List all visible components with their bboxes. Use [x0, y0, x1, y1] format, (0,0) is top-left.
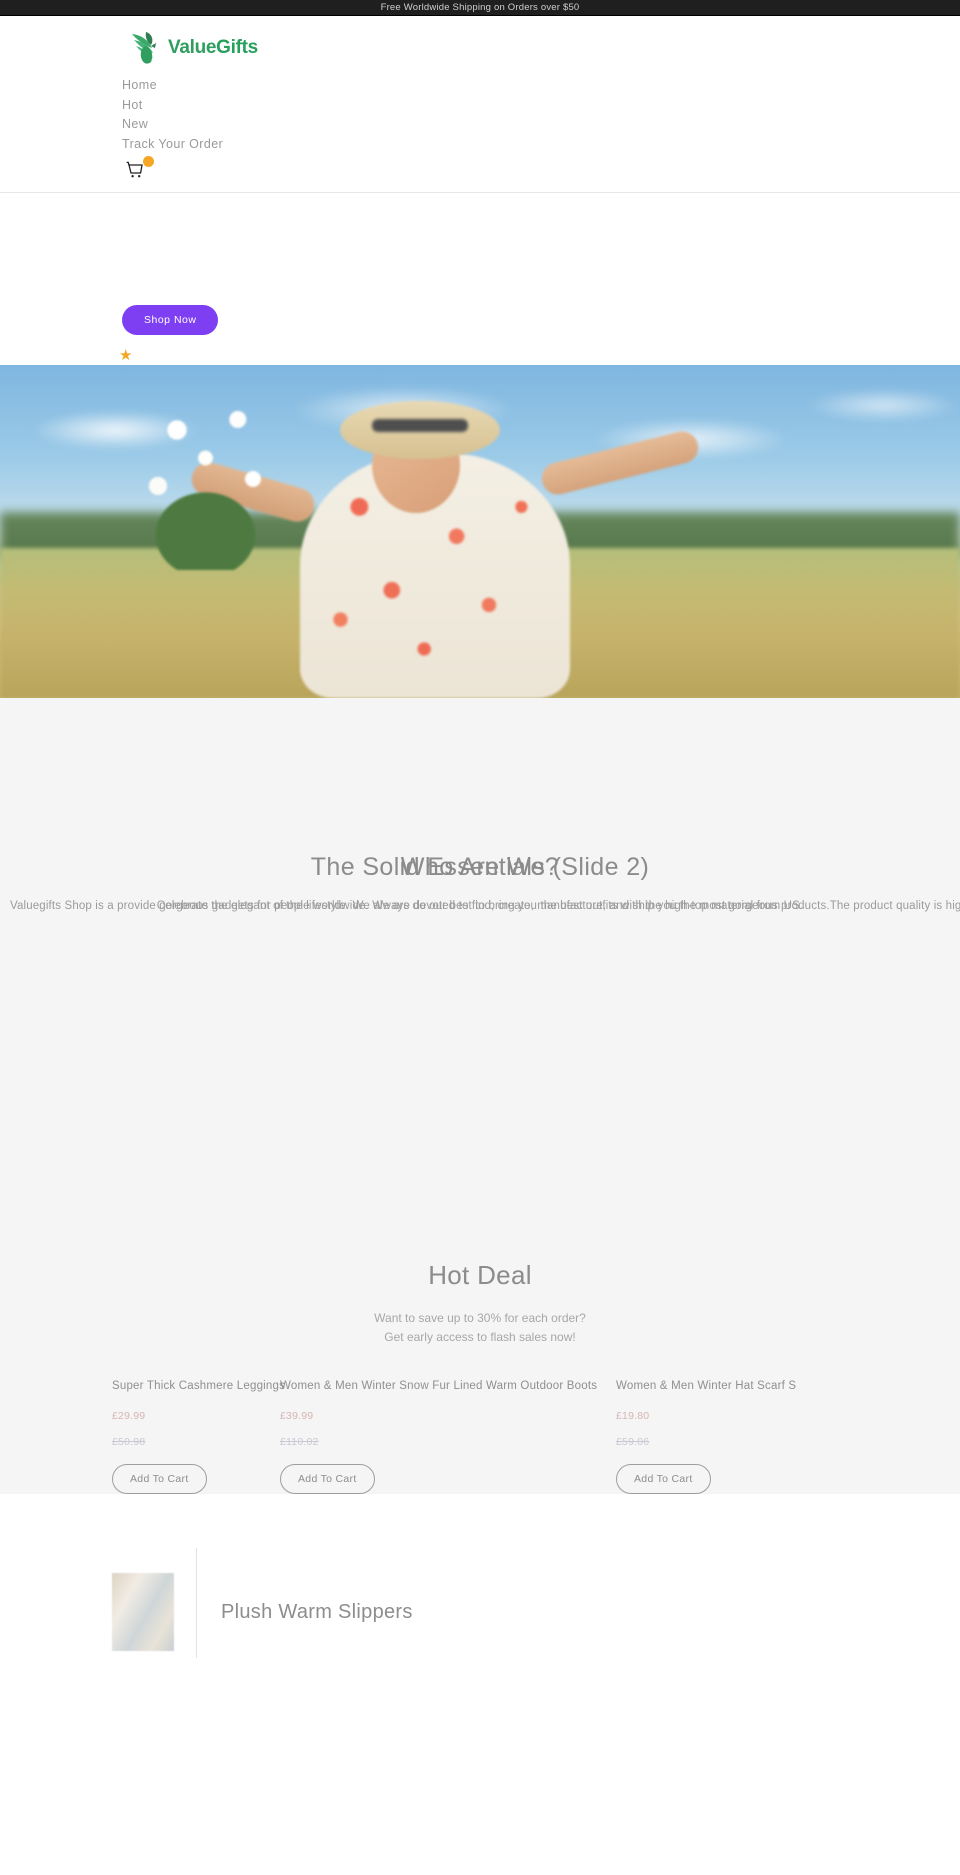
hot-deal-product-list: Super Thick Cashmere Leggings £29.99 £50…	[0, 1379, 960, 1494]
product-title: Women & Men Winter Hat Scarf S	[616, 1380, 797, 1392]
slide-model-hat-band	[372, 419, 468, 432]
hot-deal-section: Hot Deal Want to save up to 30% for each…	[0, 1236, 960, 1494]
cart-count-badge	[143, 156, 154, 167]
product-list-spacer	[448, 1379, 616, 1494]
add-to-cart-button[interactable]: Add To Cart	[112, 1464, 207, 1494]
logo-text: ValueGifts	[168, 37, 258, 58]
shopping-cart-icon	[126, 161, 146, 184]
featured-product-thumbnail[interactable]	[112, 1573, 174, 1651]
product-card[interactable]: Super Thick Cashmere Leggings £29.99 £50…	[112, 1379, 286, 1494]
hot-deal-title: Hot Deal	[428, 1260, 532, 1290]
logo-row: ValueGifts	[0, 16, 960, 76]
featured-product-section: Plush Warm Slippers	[0, 1494, 960, 1658]
add-to-cart-button[interactable]: Add To Cart	[280, 1464, 375, 1494]
featured-product-title: Plush Warm Slippers	[221, 1600, 413, 1623]
site-header: ValueGifts Home Hot New Track Your Order	[0, 16, 960, 193]
cart-button[interactable]	[126, 156, 154, 184]
hero-slider: Shop Now ★	[0, 193, 960, 698]
product-card[interactable]: Women & Men Winter Snow Fur Lined Warm O…	[280, 1379, 598, 1494]
shop-now-button[interactable]: Shop Now	[122, 305, 219, 335]
nav-item-hot[interactable]: Hot	[122, 96, 960, 116]
slide-daisy-bouquet	[120, 395, 310, 570]
hot-deal-subtitle: Want to save up to 30% for each order? G…	[0, 1309, 960, 1347]
announcement-bar: Free Worldwide Shipping on Orders over $…	[0, 0, 960, 16]
nav-item-track-your-order[interactable]: Track Your Order	[122, 135, 960, 155]
hummingbird-leaf-logo-icon	[122, 26, 166, 70]
hero-slide-image[interactable]	[0, 365, 960, 698]
product-price: £29.99	[112, 1410, 146, 1422]
product-compare-at-price: £59.06	[616, 1436, 650, 1448]
product-title: Women & Men Winter Snow Fur Lined Warm O…	[280, 1380, 598, 1392]
site-logo[interactable]: ValueGifts	[122, 26, 258, 70]
product-title: Super Thick Cashmere Leggings	[112, 1380, 286, 1392]
hot-deal-subtitle-line-1: Want to save up to 30% for each order?	[374, 1311, 586, 1325]
product-price: £19.80	[616, 1410, 650, 1422]
nav-item-new[interactable]: New	[122, 115, 960, 135]
product-price: £39.99	[280, 1410, 314, 1422]
star-icon: ★	[119, 347, 133, 364]
about-section: Who Are We? Valuegifts Shop is a provide…	[0, 698, 960, 1236]
about-slide-2-paragraph: Celebrate the elegant of the lifestyle. …	[156, 900, 804, 912]
hot-deal-subtitle-line-2: Get early access to flash sales now!	[384, 1330, 576, 1344]
product-compare-at-price: £50.98	[112, 1436, 146, 1448]
main-navigation: Home Hot New Track Your Order	[122, 76, 960, 154]
about-slide-2-heading: The Solid Essentials (Slide 2)	[310, 853, 650, 881]
hero-copy: Shop Now	[122, 305, 642, 335]
featured-divider	[196, 1548, 197, 1658]
product-card[interactable]: Women & Men Winter Hat Scarf S £19.80 £5…	[616, 1379, 797, 1494]
product-compare-at-price: £110.02	[280, 1436, 319, 1448]
about-slide-2: The Solid Essentials (Slide 2) Celebrate…	[0, 850, 960, 915]
nav-item-home[interactable]: Home	[122, 76, 960, 96]
announcement-text: Free Worldwide Shipping on Orders over $…	[380, 2, 580, 13]
add-to-cart-button[interactable]: Add To Cart	[616, 1464, 711, 1494]
